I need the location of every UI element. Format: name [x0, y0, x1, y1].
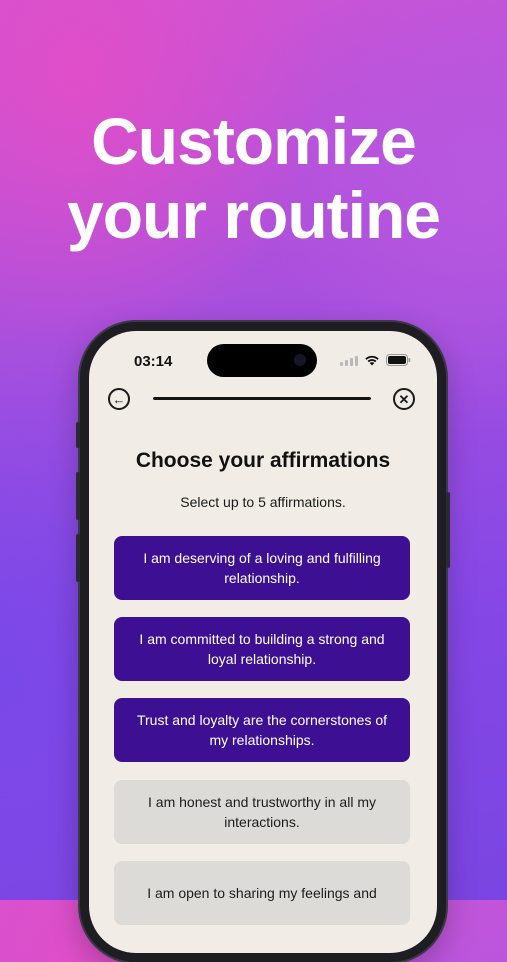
affirmation-text: I am committed to building a strong and …: [139, 631, 385, 667]
close-button[interactable]: ✕: [393, 388, 415, 410]
volume-up-button: [76, 472, 80, 520]
wifi-icon: [365, 355, 379, 366]
affirmation-option[interactable]: Trust and loyalty are the cornerstones o…: [114, 698, 410, 762]
affirmation-text: I am deserving of a loving and fulfillin…: [143, 550, 381, 586]
volume-down-button: [76, 534, 80, 582]
headline-line-1: Customize: [91, 104, 417, 178]
affirmation-text: I am open to sharing my feelings and: [147, 885, 377, 901]
affirmation-option[interactable]: I am deserving of a loving and fulfillin…: [114, 536, 410, 600]
page-subtitle: Select up to 5 affirmations.: [180, 494, 346, 510]
action-button: [76, 422, 80, 448]
affirmation-text: I am honest and trustworthy in all my in…: [148, 794, 376, 830]
affirmation-option[interactable]: I am honest and trustworthy in all my in…: [114, 780, 410, 844]
phone-frame: 03:14 ← ✕ Choose your affirmations Selec…: [76, 322, 450, 962]
progress-fill: [153, 397, 371, 400]
back-button[interactable]: ←: [108, 388, 130, 410]
close-icon: ✕: [398, 391, 410, 407]
power-button: [446, 492, 450, 568]
dynamic-island: [207, 344, 317, 377]
progress-bar: [153, 397, 371, 400]
page-title: Choose your affirmations: [135, 449, 391, 472]
affirmation-option[interactable]: I am open to sharing my feelings and: [114, 861, 410, 925]
status-time: 03:14: [134, 353, 173, 370]
app-screen: 03:14 ← ✕ Choose your affirmations Selec…: [89, 331, 437, 953]
status-icons: [340, 354, 411, 366]
affirmation-text: Trust and loyalty are the cornerstones o…: [136, 712, 388, 748]
affirmation-option[interactable]: I am committed to building a strong and …: [114, 617, 410, 681]
camera-icon: [294, 354, 306, 366]
arrow-left-icon: ←: [112, 391, 126, 407]
marketing-headline: Customize your routine: [0, 104, 507, 252]
signal-icon: [340, 355, 358, 366]
headline-line-2: your routine: [66, 178, 441, 252]
battery-icon: [386, 354, 411, 366]
